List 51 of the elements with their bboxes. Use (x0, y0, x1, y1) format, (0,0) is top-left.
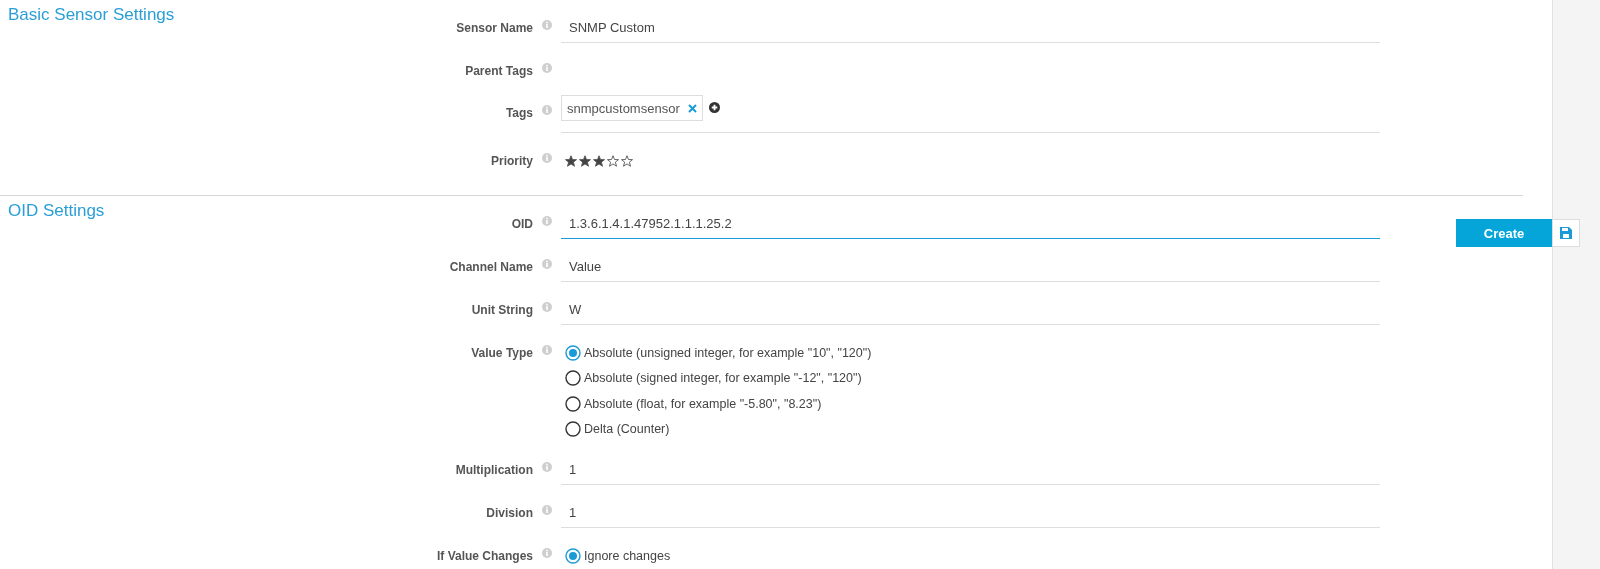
section-title: Basic Sensor Settings (8, 5, 175, 25)
option-label[interactable]: Absolute (signed integer, for example "-12", "120") (584, 371, 862, 386)
tag-label: snmpcustomsensor (567, 100, 680, 116)
text-field[interactable]: 1 (561, 456, 1380, 485)
field-label: Division (486, 506, 533, 520)
save-button[interactable] (1552, 219, 1580, 247)
radio-button[interactable] (565, 547, 581, 564)
tags-field[interactable]: snmpcustomsensor (561, 95, 1380, 133)
info-icon (542, 505, 552, 515)
field-label: Sensor Name (456, 21, 533, 35)
text-field[interactable]: Value (561, 253, 1380, 282)
radio-button[interactable] (565, 421, 581, 438)
radio-button[interactable] (565, 344, 581, 361)
option-label[interactable]: Absolute (float, for example "-5.80", "8.23") (584, 396, 822, 411)
field-label: Value Type (471, 346, 533, 360)
field-label: Unit String (471, 303, 533, 317)
field-label: Channel Name (449, 260, 533, 274)
info-icon (542, 216, 552, 226)
text-field[interactable]: SNMP Custom (561, 14, 1380, 43)
option-label[interactable]: Absolute (unsigned integer, for example "10", "120") (584, 345, 872, 360)
filled-star-icon[interactable] (593, 155, 605, 167)
info-icon (542, 302, 552, 312)
radio-button[interactable] (565, 395, 581, 412)
info-icon (542, 105, 552, 115)
add-icon[interactable] (708, 102, 720, 113)
info-icon (542, 345, 552, 355)
section-title: OID Settings (8, 201, 105, 221)
info-icon (542, 153, 552, 163)
option-label[interactable]: Delta (Counter) (584, 422, 670, 437)
field-label: Tags (505, 106, 533, 120)
field-label: OID (511, 217, 533, 231)
text-field[interactable]: 1 (561, 499, 1380, 528)
text-field[interactable]: 1.3.6.1.4.1.47952.1.1.1.25.2 (561, 210, 1380, 239)
empty-star-icon[interactable] (607, 155, 619, 167)
field-label: Priority (491, 154, 533, 168)
field-label: Multiplication (455, 463, 533, 477)
info-icon (542, 20, 552, 30)
info-icon (542, 462, 552, 472)
text-field[interactable]: W (561, 296, 1380, 325)
filled-star-icon[interactable] (579, 155, 591, 167)
info-icon (542, 259, 552, 269)
info-icon (542, 63, 552, 73)
info-icon (542, 548, 552, 558)
field-label: If Value Changes (436, 549, 533, 563)
remove-icon[interactable] (687, 103, 697, 113)
empty-star-icon[interactable] (621, 155, 633, 167)
field-label: Parent Tags (465, 64, 533, 78)
filled-star-icon[interactable] (565, 155, 577, 167)
option-label[interactable]: Ignore changes (584, 548, 671, 563)
radio-button[interactable] (565, 370, 581, 387)
save-icon (1560, 227, 1572, 239)
